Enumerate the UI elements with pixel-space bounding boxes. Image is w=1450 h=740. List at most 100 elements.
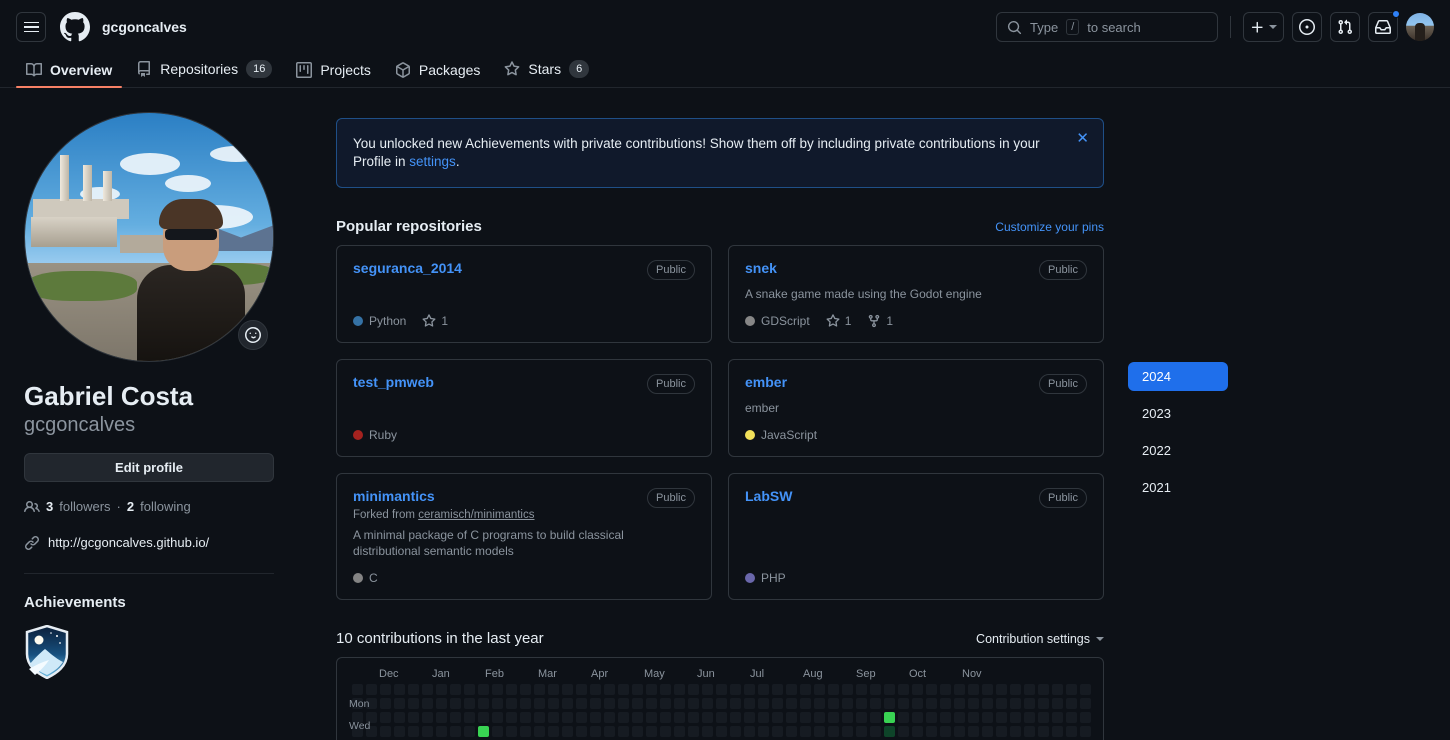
- calendar-day-cell[interactable]: [688, 698, 699, 709]
- calendar-day-cell[interactable]: [996, 726, 1007, 737]
- smiley-icon[interactable]: [238, 320, 268, 350]
- calendar-day-cell[interactable]: [996, 712, 1007, 723]
- calendar-day-cell[interactable]: [534, 684, 545, 695]
- calendar-day-cell[interactable]: [408, 684, 419, 695]
- calendar-day-cell[interactable]: [758, 698, 769, 709]
- calendar-day-cell[interactable]: [464, 684, 475, 695]
- calendar-day-cell[interactable]: [842, 726, 853, 737]
- calendar-day-cell[interactable]: [646, 712, 657, 723]
- calendar-day-cell[interactable]: [744, 684, 755, 695]
- calendar-day-cell[interactable]: [926, 726, 937, 737]
- calendar-day-cell[interactable]: [730, 698, 741, 709]
- calendar-day-cell[interactable]: [604, 712, 615, 723]
- calendar-day-cell[interactable]: [954, 698, 965, 709]
- calendar-day-cell[interactable]: [506, 726, 517, 737]
- calendar-day-cell[interactable]: [422, 684, 433, 695]
- calendar-day-cell[interactable]: [1080, 684, 1091, 695]
- calendar-day-cell[interactable]: [380, 684, 391, 695]
- calendar-day-cell[interactable]: [758, 712, 769, 723]
- year-item[interactable]: 2024: [1128, 362, 1228, 391]
- calendar-day-cell[interactable]: [380, 726, 391, 737]
- calendar-day-cell[interactable]: [422, 698, 433, 709]
- calendar-day-cell[interactable]: [450, 726, 461, 737]
- calendar-day-cell[interactable]: [534, 726, 545, 737]
- calendar-day-cell[interactable]: [576, 698, 587, 709]
- calendar-day-cell[interactable]: [1066, 698, 1077, 709]
- tab-repositories[interactable]: Repositories 16: [126, 60, 282, 87]
- calendar-day-cell[interactable]: [590, 684, 601, 695]
- calendar-day-cell[interactable]: [912, 698, 923, 709]
- calendar-day-cell[interactable]: [982, 712, 993, 723]
- repo-card[interactable]: LabSW Public PHP: [728, 473, 1104, 600]
- calendar-day-cell[interactable]: [716, 712, 727, 723]
- calendar-day-cell[interactable]: [730, 712, 741, 723]
- calendar-day-cell[interactable]: [926, 698, 937, 709]
- following-label[interactable]: following: [140, 499, 191, 514]
- calendar-day-cell[interactable]: [1010, 726, 1021, 737]
- calendar-day-cell[interactable]: [982, 726, 993, 737]
- calendar-day-cell[interactable]: [968, 712, 979, 723]
- calendar-day-cell[interactable]: [646, 726, 657, 737]
- calendar-day-cell[interactable]: [926, 712, 937, 723]
- calendar-day-cell[interactable]: [1066, 684, 1077, 695]
- calendar-day-cell[interactable]: [576, 726, 587, 737]
- calendar-day-cell[interactable]: [800, 684, 811, 695]
- calendar-day-cell[interactable]: [394, 684, 405, 695]
- calendar-day-cell[interactable]: [520, 684, 531, 695]
- calendar-day-cell[interactable]: [408, 712, 419, 723]
- calendar-day-cell[interactable]: [786, 726, 797, 737]
- calendar-day-cell[interactable]: [842, 712, 853, 723]
- calendar-day-cell[interactable]: [422, 726, 433, 737]
- calendar-day-cell[interactable]: [464, 712, 475, 723]
- calendar-day-cell[interactable]: [534, 712, 545, 723]
- calendar-day-cell[interactable]: [786, 684, 797, 695]
- calendar-day-cell[interactable]: [674, 684, 685, 695]
- calendar-day-cell[interactable]: [394, 698, 405, 709]
- tab-stars[interactable]: Stars 6: [494, 60, 599, 87]
- repo-name[interactable]: ember: [745, 374, 787, 390]
- contribution-settings-button[interactable]: Contribution settings: [976, 632, 1104, 646]
- tab-packages[interactable]: Packages: [385, 62, 490, 87]
- calendar-day-cell[interactable]: [1052, 726, 1063, 737]
- calendar-day-cell[interactable]: [856, 684, 867, 695]
- calendar-day-cell[interactable]: [590, 698, 601, 709]
- calendar-day-cell[interactable]: [814, 684, 825, 695]
- calendar-day-cell[interactable]: [968, 684, 979, 695]
- calendar-day-cell[interactable]: [520, 712, 531, 723]
- calendar-day-cell[interactable]: [562, 712, 573, 723]
- calendar-day-cell[interactable]: [1080, 712, 1091, 723]
- calendar-day-cell[interactable]: [618, 712, 629, 723]
- calendar-day-cell[interactable]: [814, 726, 825, 737]
- calendar-day-cell[interactable]: [660, 712, 671, 723]
- calendar-day-cell[interactable]: [492, 698, 503, 709]
- calendar-day-cell[interactable]: [954, 712, 965, 723]
- achievement-badge[interactable]: [24, 624, 70, 679]
- calendar-day-cell[interactable]: [506, 684, 517, 695]
- calendar-day-cell[interactable]: [814, 712, 825, 723]
- calendar-day-cell[interactable]: [534, 698, 545, 709]
- calendar-day-cell[interactable]: [996, 698, 1007, 709]
- calendar-day-cell[interactable]: [912, 726, 923, 737]
- calendar-day-cell[interactable]: [940, 684, 951, 695]
- calendar-day-cell[interactable]: [352, 684, 363, 695]
- calendar-day-cell[interactable]: [828, 726, 839, 737]
- calendar-day-cell[interactable]: [492, 712, 503, 723]
- calendar-day-cell[interactable]: [856, 698, 867, 709]
- calendar-day-cell[interactable]: [436, 712, 447, 723]
- calendar-day-cell[interactable]: [996, 684, 1007, 695]
- edit-profile-button[interactable]: Edit profile: [24, 452, 274, 482]
- calendar-day-cell[interactable]: [604, 698, 615, 709]
- pull-requests-button[interactable]: [1330, 12, 1360, 42]
- year-item[interactable]: 2022: [1128, 436, 1228, 465]
- calendar-day-cell[interactable]: [912, 712, 923, 723]
- calendar-day-cell[interactable]: [492, 726, 503, 737]
- calendar-day-cell[interactable]: [856, 726, 867, 737]
- calendar-day-cell[interactable]: [548, 712, 559, 723]
- calendar-day-cell[interactable]: [968, 726, 979, 737]
- calendar-day-cell[interactable]: [478, 684, 489, 695]
- calendar-day-cell[interactable]: [982, 684, 993, 695]
- calendar-day-cell[interactable]: [506, 712, 517, 723]
- calendar-day-cell[interactable]: [814, 698, 825, 709]
- tab-projects[interactable]: Projects: [286, 62, 381, 87]
- repo-card[interactable]: minimantics Public Forked from ceramisch…: [336, 473, 712, 600]
